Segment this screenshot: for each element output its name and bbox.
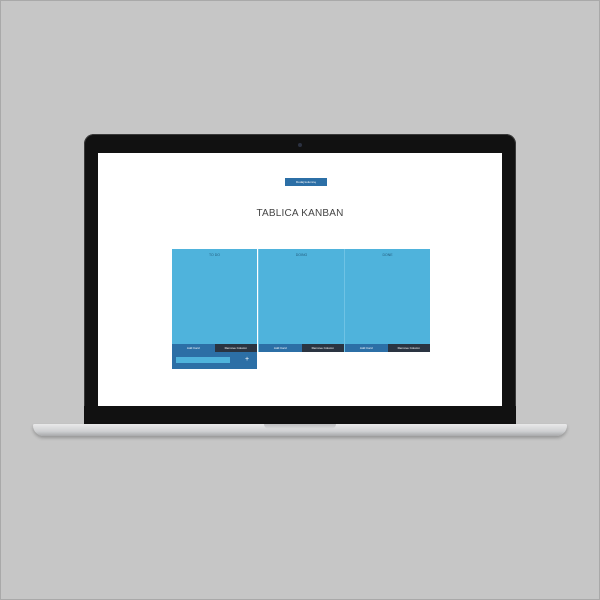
column-actions: Add Card Remove Column	[259, 344, 344, 352]
column-title: TO DO	[208, 253, 221, 257]
column-actions: Add Card Remove Column	[172, 344, 257, 352]
remove-column-button[interactable]: Remove Column	[214, 344, 257, 352]
laptop-screen: Dodaj kolumnę TABLICA KANBAN TO DO Add C…	[98, 153, 502, 406]
add-column-button[interactable]: Dodaj kolumnę	[285, 178, 327, 186]
add-card-button[interactable]: Add Card	[172, 344, 215, 352]
kanban-column-todo: TO DO Add Card Remove Column	[172, 249, 257, 352]
confirm-add-card-button[interactable]: +	[242, 355, 252, 365]
kanban-column-doing: DOING Add Card Remove Column	[258, 249, 344, 352]
remove-column-button[interactable]: Remove Column	[301, 344, 344, 352]
card-name-input[interactable]	[176, 357, 230, 363]
add-card-button[interactable]: Add Card	[345, 344, 388, 352]
page-title: TABLICA KANBAN	[256, 208, 344, 219]
column-title: DOING	[295, 253, 308, 257]
add-card-button[interactable]: Add Card	[259, 344, 302, 352]
remove-column-button[interactable]: Remove Column	[387, 344, 430, 352]
column-actions: Add Card Remove Column	[345, 344, 430, 352]
add-card-panel: +	[172, 352, 257, 369]
laptop-bezel-bottom	[84, 406, 516, 426]
laptop-notch	[264, 424, 336, 429]
column-title: DONE	[382, 253, 393, 257]
camera-icon	[298, 143, 302, 147]
kanban-column-done: DONE Add Card Remove Column	[344, 249, 430, 352]
